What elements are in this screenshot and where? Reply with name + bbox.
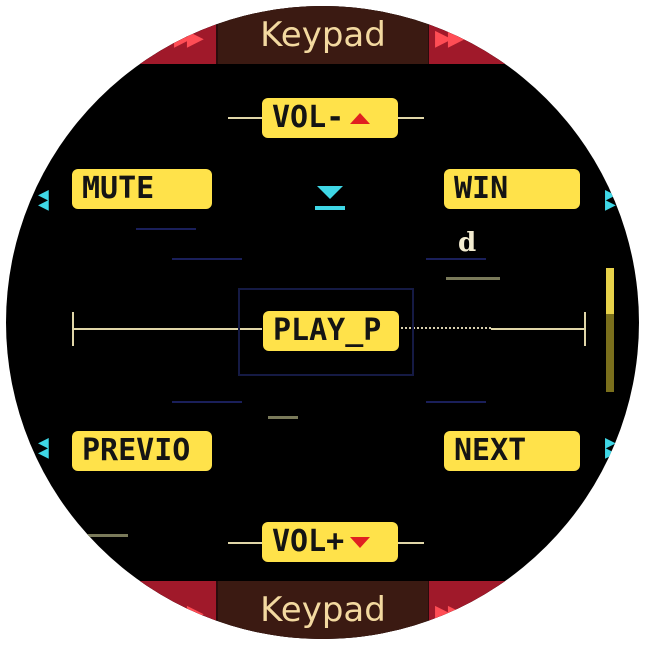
center-line-left-cap [72, 312, 74, 346]
level-bar-track [606, 314, 614, 392]
mute-button[interactable]: MUTE [72, 169, 212, 209]
previous-label: PREVIO [82, 433, 191, 468]
double-arrow-right-icon: ▶▶ [174, 601, 204, 626]
header-right-stripe: ▶▶ [429, 6, 639, 64]
vol-plus-label: VOL+ [272, 524, 345, 559]
play-pause-button[interactable]: PLAY_P [263, 311, 399, 351]
center-line-left [72, 328, 262, 330]
guide-line [426, 401, 486, 403]
cyan-chevron-right-icon: ▶ ▶ [605, 435, 616, 461]
center-line-right-cap [584, 312, 586, 346]
cyan-chevron-left-icon: ◀ ◀ [38, 187, 49, 213]
guide-line [136, 228, 196, 230]
win-label: WIN [454, 171, 509, 206]
next-label: NEXT [454, 433, 527, 468]
win-button[interactable]: WIN [444, 169, 580, 209]
triangle-up-icon [350, 113, 371, 124]
vol-minus-label: VOL- [272, 100, 345, 135]
cyan-underline [315, 206, 345, 210]
double-arrow-right-icon: ▶▶ [435, 26, 465, 51]
center-line-dotted [401, 327, 491, 329]
watch-face: ▶▶ ▶▶ Keypad ▶▶ ▶▶ Keypad VOL- MUTE WIN … [6, 6, 639, 639]
header-left-stripe: ▶▶ [6, 6, 216, 64]
double-arrow-right-icon: ▶▶ [174, 26, 204, 51]
footer-right-stripe: ▶▶ [429, 581, 639, 639]
vol-minus-button[interactable]: VOL- [262, 98, 398, 138]
guide-line [172, 258, 242, 260]
dash-indicator [446, 277, 500, 280]
footer-title: Keypad [218, 581, 428, 639]
play-pause-label: PLAY_P [273, 313, 382, 348]
footer-left-stripe: ▶▶ [6, 581, 216, 639]
guide-line [426, 258, 486, 260]
double-arrow-right-icon: ▶▶ [435, 601, 465, 626]
dash-indicator [86, 534, 128, 537]
triangle-down-icon [350, 537, 371, 548]
cyan-chevron-left-icon: ◀ ◀ [38, 435, 49, 461]
header-title: Keypad [218, 6, 428, 64]
guide-line [172, 401, 242, 403]
dash-indicator [268, 416, 298, 419]
vol-plus-button[interactable]: VOL+ [262, 522, 398, 562]
cyan-triangle-down-icon [317, 186, 343, 199]
cyan-chevron-right-icon: ▶ ▶ [605, 187, 616, 213]
previous-button[interactable]: PREVIO [72, 431, 212, 471]
level-bar-active [606, 268, 614, 314]
letter-d-label: d [458, 228, 477, 258]
mute-label: MUTE [82, 171, 155, 206]
next-button[interactable]: NEXT [444, 431, 580, 471]
center-line-right [491, 328, 586, 330]
